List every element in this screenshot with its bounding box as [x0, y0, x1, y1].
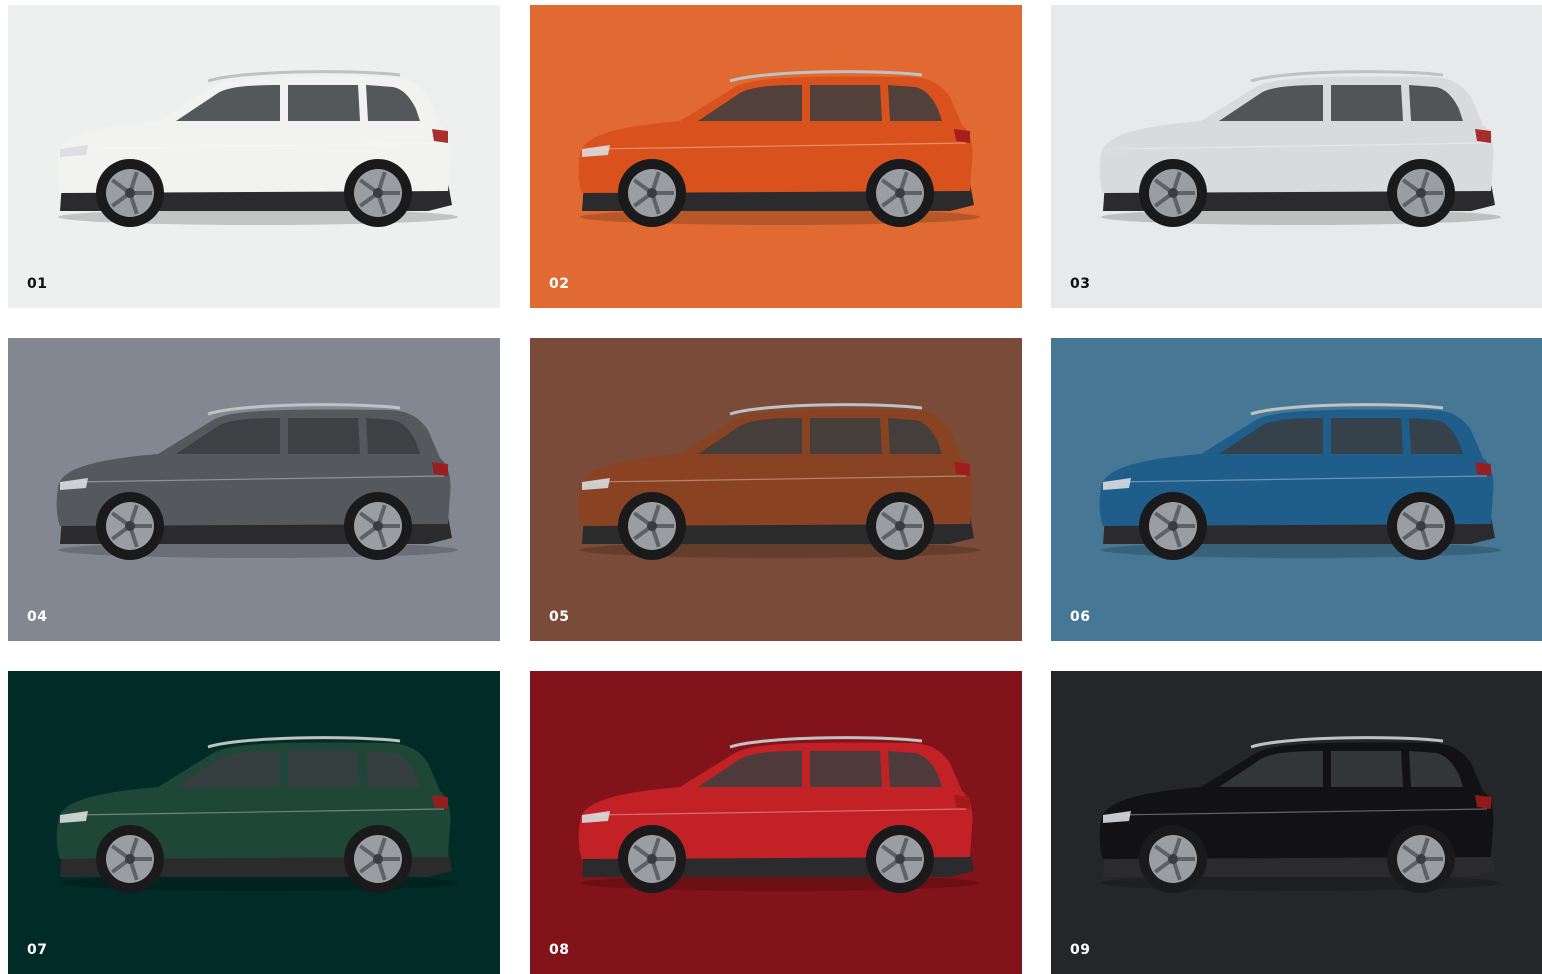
car-image: [56, 70, 458, 227]
car-image: [1099, 70, 1501, 227]
swatch-tile[interactable]: 08: [530, 671, 1022, 974]
swatch-number: 05: [549, 609, 570, 625]
car-image: [1099, 736, 1501, 893]
swatch-tile[interactable]: 09: [1051, 671, 1542, 974]
car-image: [578, 403, 980, 560]
swatch-number: 01: [27, 276, 48, 292]
swatch-tile[interactable]: 05: [530, 338, 1022, 641]
swatch-tile[interactable]: 06: [1051, 338, 1542, 641]
swatch-tile[interactable]: 01: [8, 5, 500, 308]
swatch-tile[interactable]: 07: [8, 671, 500, 974]
swatch-number: 08: [549, 942, 570, 958]
swatch-number: 09: [1070, 942, 1091, 958]
swatch-number: 06: [1070, 609, 1091, 625]
color-swatch-grid: 01 02 03 04 05 06 07 08 09: [0, 0, 1542, 974]
car-image: [56, 403, 458, 560]
car-image: [578, 736, 980, 893]
swatch-number: 03: [1070, 276, 1091, 292]
car-image: [1099, 403, 1501, 560]
swatch-number: 02: [549, 276, 570, 292]
car-image: [578, 70, 980, 227]
swatch-number: 07: [27, 942, 48, 958]
swatch-tile[interactable]: 03: [1051, 5, 1542, 308]
car-image: [56, 736, 458, 893]
swatch-tile[interactable]: 04: [8, 338, 500, 641]
swatch-tile[interactable]: 02: [530, 5, 1022, 308]
swatch-number: 04: [27, 609, 48, 625]
